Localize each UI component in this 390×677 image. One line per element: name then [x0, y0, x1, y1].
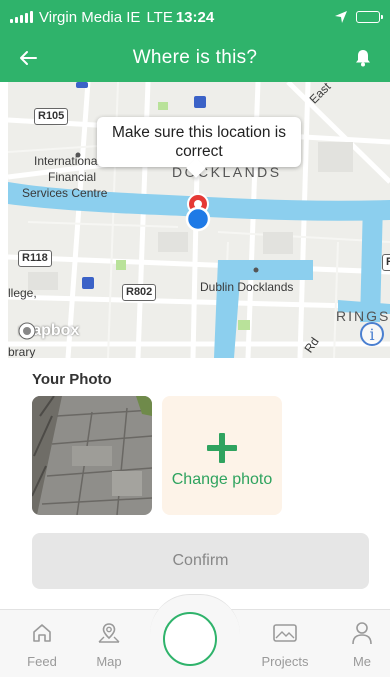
- page-title: Where is this?: [132, 47, 258, 68]
- bell-icon: [356, 50, 370, 67]
- battery-icon: [356, 11, 383, 23]
- change-photo-label: Change photo: [171, 470, 273, 488]
- map-label-rings: RINGS: [336, 308, 390, 324]
- signal-icon: [10, 11, 33, 23]
- notifications-button[interactable]: [350, 45, 376, 71]
- tab-me[interactable]: Me: [332, 620, 390, 669]
- map-label-ifsc-line3: Services Centre: [22, 186, 108, 200]
- map-pin-icon: [96, 620, 122, 646]
- tab-projects[interactable]: Projects: [255, 620, 315, 669]
- photo-thumbnail[interactable]: [32, 396, 152, 515]
- your-photo-heading: Your Photo: [32, 371, 112, 388]
- road-shield-r-edge: R: [382, 254, 390, 271]
- tab-feed-label: Feed: [27, 654, 57, 669]
- tab-me-label: Me: [352, 654, 372, 669]
- tab-map-label: Map: [96, 654, 122, 669]
- tab-map[interactable]: Map: [79, 620, 139, 669]
- map-info-button[interactable]: i: [360, 322, 384, 346]
- map-label-library: brary: [8, 345, 36, 358]
- map-label-dublin-docklands: Dublin Docklands: [200, 280, 294, 294]
- map-label-ifsc-line2: Financial: [48, 170, 97, 184]
- road-shield-r118: R118: [18, 250, 52, 267]
- status-right: [334, 10, 383, 24]
- road-shield-r802: R802: [122, 284, 157, 301]
- back-button[interactable]: [14, 44, 42, 72]
- tab-feed[interactable]: Feed: [12, 620, 72, 669]
- change-photo-button[interactable]: Change photo: [162, 396, 282, 515]
- arrow-left-icon: [20, 51, 37, 65]
- confirm-button[interactable]: Confirm: [32, 533, 369, 589]
- photo-image: [32, 396, 152, 515]
- road-shield-r105: R105: [34, 108, 69, 125]
- tab-projects-label: Projects: [261, 654, 309, 669]
- location-map[interactable]: East DOCKLANDS International Financial S…: [8, 82, 390, 358]
- nav-bar: Where is this?: [0, 34, 390, 82]
- plus-icon: [207, 432, 237, 463]
- status-left: Virgin Media IE LTE: [10, 9, 173, 26]
- mapbox-logo-icon: [18, 322, 36, 340]
- map-label-college: llege,: [8, 286, 37, 300]
- status-bar: Virgin Media IE LTE 13:24: [0, 0, 390, 34]
- person-icon: [349, 620, 375, 646]
- mapbox-attribution[interactable]: mapbox: [18, 322, 79, 340]
- location-callout: Make sure this location is correct: [97, 117, 301, 167]
- home-icon: [29, 620, 55, 646]
- network-type: LTE: [146, 8, 173, 26]
- map-label-ifsc-line1: International: [34, 154, 101, 168]
- image-icon: [272, 620, 298, 646]
- carrier-name: Virgin Media IE: [39, 8, 141, 26]
- location-arrow-icon: [335, 11, 347, 23]
- center-action-button[interactable]: [163, 612, 217, 666]
